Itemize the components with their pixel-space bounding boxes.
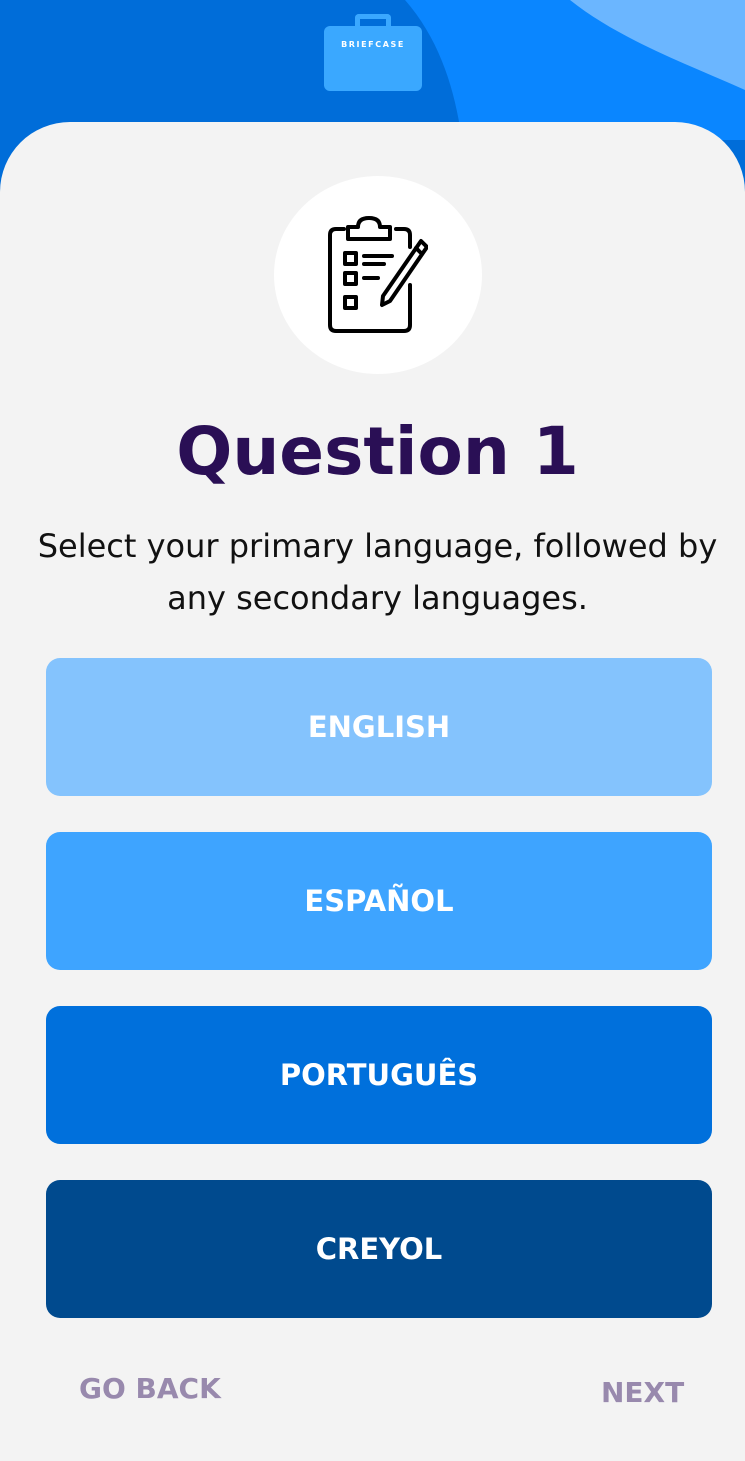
briefcase-logo: BRIEFCASE [324,14,422,91]
briefcase-body: BRIEFCASE [324,26,422,91]
clipboard-checklist-icon [328,216,428,333]
page-title: Question 1 [176,413,579,490]
logo-text: BRIEFCASE [341,40,405,49]
question-text: Select your primary language, followed b… [37,527,718,617]
next-button[interactable]: NEXT [601,1376,684,1409]
icon-badge [274,176,482,374]
option-english-button[interactable]: ENGLISH [46,658,712,796]
option-creyol-button[interactable]: CREYOL [46,1180,712,1318]
option-espanol-button[interactable]: ESPAÑOL [46,832,712,970]
option-portugues-button[interactable]: PORTUGUÊS [46,1006,712,1144]
go-back-button[interactable]: GO BACK [79,1372,221,1405]
